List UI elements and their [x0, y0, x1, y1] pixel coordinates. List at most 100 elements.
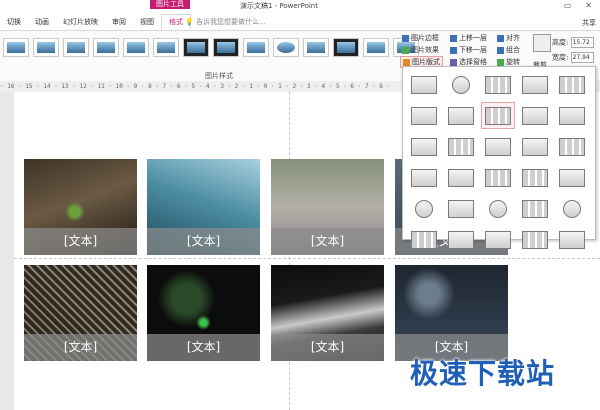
picture-style-thumb[interactable] — [183, 38, 209, 57]
close-icon[interactable]: ✕ — [585, 1, 592, 10]
picture-style-thumb[interactable] — [63, 38, 89, 57]
layout-option[interactable] — [555, 102, 589, 129]
picture-style-thumb[interactable] — [3, 38, 29, 57]
picture-placeholder[interactable]: [文本] — [24, 265, 137, 361]
tab-slideshow[interactable]: 幻灯片放映 — [56, 14, 105, 30]
picture-effects-button[interactable]: 图片效果 — [402, 45, 439, 55]
layout-option[interactable] — [518, 226, 552, 253]
picture-style-thumb[interactable] — [303, 38, 329, 57]
tab-animations[interactable]: 动画 — [28, 14, 56, 30]
layout-option[interactable] — [481, 71, 515, 98]
layout-option[interactable] — [555, 133, 589, 160]
picture-caption[interactable]: [文本] — [24, 334, 137, 361]
tell-me-search[interactable]: 💡 告诉我您想要做什么... — [185, 17, 266, 27]
layout-option[interactable] — [407, 133, 441, 160]
layout-option[interactable] — [518, 133, 552, 160]
picture-style-thumb[interactable] — [123, 38, 149, 57]
picture-layout-icon — [403, 58, 410, 66]
align-icon — [497, 34, 504, 42]
picture-style-thumb[interactable] — [153, 38, 179, 57]
picture-border-button[interactable]: 图片边框 — [402, 33, 439, 43]
layout-option[interactable] — [555, 164, 589, 191]
width-field: 宽度: 27.94 — [552, 52, 594, 63]
layout-option[interactable] — [518, 71, 552, 98]
slide-pane-edge — [0, 92, 14, 410]
picture-placeholder[interactable]: [文本] — [271, 159, 384, 255]
site-watermark: 极速下载站 — [410, 357, 556, 390]
crop-icon[interactable] — [533, 34, 551, 52]
layout-option-selected[interactable] — [481, 102, 515, 129]
tab-view[interactable]: 视图 — [133, 14, 161, 30]
picture-style-thumb[interactable] — [93, 38, 119, 57]
layout-option[interactable] — [481, 164, 515, 191]
picture-placeholder[interactable]: [文本] — [271, 265, 384, 361]
layout-option[interactable] — [555, 71, 589, 98]
layout-grid — [407, 71, 589, 253]
tell-me-placeholder: 告诉我您想要做什么... — [195, 18, 266, 26]
picture-caption[interactable]: [文本] — [147, 228, 260, 255]
layout-option[interactable] — [407, 164, 441, 191]
layout-option[interactable] — [444, 226, 478, 253]
restore-icon[interactable]: ▭ — [564, 1, 572, 10]
layout-option[interactable] — [518, 195, 552, 222]
group-icon — [497, 46, 504, 54]
layout-option[interactable] — [407, 226, 441, 253]
share-button[interactable]: 共享 — [582, 18, 596, 28]
layout-option[interactable] — [481, 133, 515, 160]
layout-option[interactable] — [444, 71, 478, 98]
width-label: 宽度: — [552, 53, 569, 62]
send-backward-button[interactable]: 下移一层 — [450, 45, 487, 55]
picture-placeholder[interactable]: [文本] — [147, 159, 260, 255]
picture-styles-group-label: 图片样式 — [205, 72, 233, 80]
layout-option[interactable] — [444, 195, 478, 222]
picture-style-thumb[interactable] — [273, 38, 299, 57]
picture-caption[interactable]: [文本] — [271, 228, 384, 255]
picture-style-thumb[interactable] — [363, 38, 389, 57]
height-field: 高度: 15.72 — [552, 37, 594, 48]
window-controls: ▭ ✕ — [564, 1, 592, 10]
picture-caption[interactable]: [文本] — [24, 228, 137, 255]
picture-style-thumb[interactable] — [333, 38, 359, 57]
title-bar: 图片工具 演示文稿1 - PowerPoint ▭ ✕ — [0, 0, 600, 14]
lightbulb-icon: 💡 — [185, 18, 194, 26]
layout-option[interactable] — [407, 195, 441, 222]
window-title: 演示文稿1 - PowerPoint — [240, 2, 318, 10]
ribbon-tabs: 切换 动画 幻灯片放映 审阅 视图 格式 — [0, 14, 600, 30]
layout-option[interactable] — [444, 164, 478, 191]
picture-placeholder[interactable]: [文本] — [147, 265, 260, 361]
layout-option[interactable] — [407, 71, 441, 98]
picture-style-thumb[interactable] — [243, 38, 269, 57]
picture-styles-gallery — [3, 38, 419, 57]
bring-forward-button[interactable]: 上移一层 — [450, 33, 487, 43]
height-label: 高度: — [552, 38, 569, 47]
picture-tools-context-label: 图片工具 — [150, 0, 190, 9]
picture-caption[interactable]: [文本] — [271, 334, 384, 361]
send-backward-icon — [450, 46, 457, 54]
picture-style-thumb[interactable] — [33, 38, 59, 57]
picture-border-icon — [402, 34, 409, 42]
picture-placeholder[interactable]: [文本] — [395, 265, 508, 361]
layout-option[interactable] — [444, 133, 478, 160]
layout-option[interactable] — [555, 195, 589, 222]
layout-option[interactable] — [518, 102, 552, 129]
layout-option[interactable] — [481, 195, 515, 222]
layout-option[interactable] — [407, 102, 441, 129]
tab-transitions[interactable]: 切换 — [0, 14, 28, 30]
width-input[interactable]: 27.94 — [570, 52, 594, 63]
picture-placeholder[interactable]: [文本] — [24, 159, 137, 255]
selection-pane-icon — [450, 58, 457, 66]
bring-forward-icon — [450, 34, 457, 42]
picture-caption[interactable]: [文本] — [147, 334, 260, 361]
tab-review[interactable]: 审阅 — [105, 14, 133, 30]
layout-option[interactable] — [444, 102, 478, 129]
rotate-icon — [497, 58, 504, 66]
layout-option[interactable] — [555, 226, 589, 253]
group-button[interactable]: 组合 — [497, 45, 520, 55]
layout-option[interactable] — [481, 226, 515, 253]
picture-style-thumb[interactable] — [213, 38, 239, 57]
align-button[interactable]: 对齐 — [497, 33, 520, 43]
layout-option[interactable] — [518, 164, 552, 191]
height-input[interactable]: 15.72 — [570, 37, 594, 48]
picture-layout-gallery — [402, 66, 596, 249]
picture-effects-icon — [402, 46, 409, 54]
